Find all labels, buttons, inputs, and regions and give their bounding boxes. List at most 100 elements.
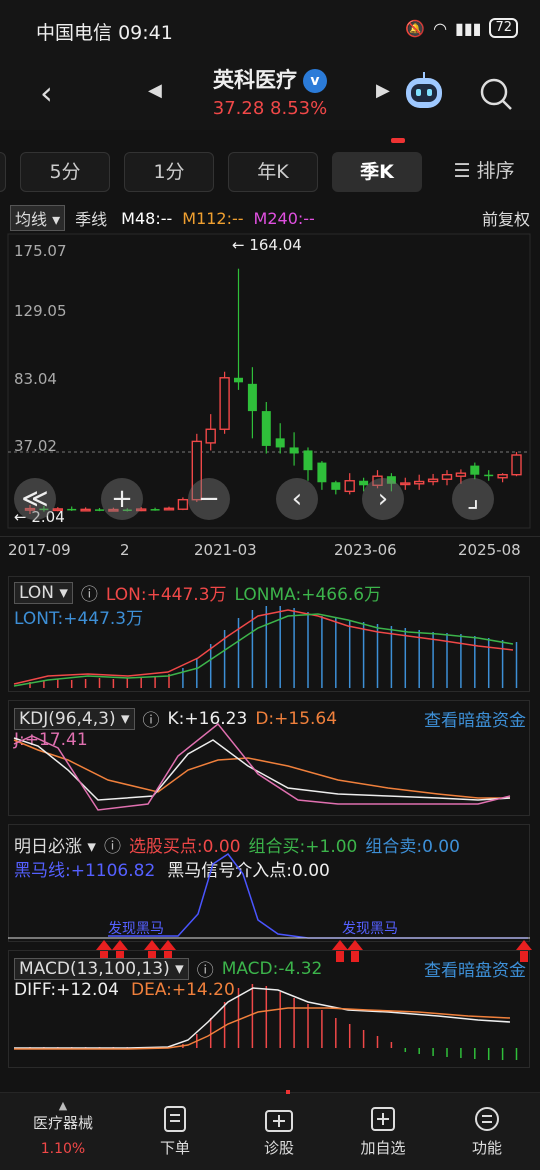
tab-sort[interactable]: ☰ 排序 [436, 152, 532, 192]
date-tick-1: 2017-09 [8, 541, 71, 559]
main-legend: 均线 ▾ 季线 M48:-- M112:-- M240:-- 前复权 [10, 204, 530, 232]
bottom-nav: ▲ 医疗器械 1.10% 下单 诊股 加自选 功能 [0, 1092, 540, 1170]
price-tick-4: 37.02 [14, 437, 57, 455]
mrbz-tag-2: 发现黑马 [342, 921, 398, 937]
stock-title: 英科医疗 v [0, 64, 540, 94]
candle-body [484, 474, 494, 477]
tab-indicator [391, 138, 405, 143]
mute-icon: 🔕 [405, 18, 426, 38]
tab-5min[interactable]: 5分 [20, 152, 110, 192]
adjust-select[interactable]: 前复权 [482, 206, 530, 230]
scroll-left-fast-button[interactable]: ≪ [14, 478, 56, 520]
candle-body [163, 507, 175, 511]
nav-add-watchlist[interactable]: 加自选 [338, 1105, 428, 1158]
tab-year[interactable]: 年K [228, 152, 318, 192]
tab-1min[interactable]: 1分 [124, 152, 214, 192]
diagnose-icon [265, 1110, 293, 1132]
candle-body [289, 447, 299, 454]
stock-change: 8.53% [270, 98, 328, 119]
high-marker: ← 164.04 [232, 236, 302, 254]
period-label: 季线 [75, 210, 108, 229]
candle-body [427, 478, 439, 483]
arrow-left-icon: ← [232, 236, 250, 254]
stock-name: 英科医疗 [213, 68, 297, 92]
add-watchlist-icon [371, 1107, 395, 1131]
scroll-right-button[interactable]: › [362, 478, 404, 520]
candle-body [455, 472, 467, 477]
m48-label: M48:-- [121, 208, 173, 228]
zoom-in-button[interactable]: + [101, 478, 143, 520]
candle-body [303, 450, 313, 471]
battery-icon: 72 [489, 18, 518, 38]
candle-body [344, 480, 355, 493]
price-tick-1: 175.07 [14, 242, 67, 260]
date-axis: 2017-09 2 2021-03 2023-06 2025-08 [0, 536, 540, 566]
price-tick-3: 83.04 [14, 370, 57, 388]
nav-functions[interactable]: 功能 [442, 1105, 532, 1158]
stock-price: 37.28 [212, 98, 265, 119]
zoom-out-button[interactable]: − [188, 478, 230, 520]
date-tick-5: 2025-08 [458, 541, 521, 559]
robot-assistant-icon[interactable] [400, 70, 448, 114]
caret-up-icon: ▲ [58, 1099, 68, 1112]
nav-functions-label: 功能 [471, 1139, 502, 1157]
candle-body [470, 465, 480, 475]
scroll-left-button[interactable]: ‹ [276, 478, 318, 520]
menu-icon: ☰ [453, 160, 477, 182]
candle-body [497, 473, 508, 479]
ma-mode-select[interactable]: 均线 ▾ [10, 205, 66, 231]
candle-body [67, 508, 77, 511]
candle-body [511, 454, 522, 476]
carrier: 中国电信 [36, 22, 113, 44]
order-icon [164, 1106, 186, 1132]
fullscreen-button[interactable]: ⌟ [452, 478, 494, 520]
candle-body [247, 383, 257, 412]
date-tick-4: 2023-06 [334, 541, 397, 559]
macd-chart [14, 984, 518, 1060]
stock-quote: 37.28 8.53% [0, 98, 540, 119]
date-tick-2: 2 [120, 541, 130, 559]
wifi-icon: ◠ [433, 18, 448, 38]
candle-body [441, 473, 453, 480]
tab-quarter[interactable]: 季K [332, 152, 422, 192]
lon-chart [13, 606, 518, 688]
kdj-chart [13, 722, 511, 811]
m240-label: M240:-- [253, 208, 315, 228]
candle-body [80, 508, 91, 512]
functions-icon [475, 1107, 499, 1131]
nav-order[interactable]: 下单 [130, 1105, 220, 1158]
candle-body [177, 498, 189, 510]
candle-body [261, 411, 271, 446]
period-tabs: 5分 1分 年K 季K ☰ 排序 [0, 144, 540, 198]
candle-body [400, 482, 411, 486]
clock: 09:41 [118, 22, 173, 44]
candle-body [414, 480, 425, 485]
signal-icon: ▮▮▮ [455, 18, 482, 38]
tab-partial[interactable] [0, 152, 6, 192]
candle-body [95, 509, 104, 511]
candle-body [317, 462, 327, 483]
ma-mode-label: 均线 [15, 210, 48, 229]
m112-label: M112:-- [182, 208, 244, 228]
search-icon[interactable] [478, 76, 514, 112]
nav-diagnose[interactable]: 诊股 [234, 1105, 324, 1158]
mrbz-chart [8, 852, 530, 939]
candle-body [275, 438, 285, 448]
nav-order-label: 下单 [159, 1139, 190, 1157]
nav-sector-label: 医疗器械 [32, 1114, 93, 1132]
status-right: 🔕 ◠ ▮▮▮ 72 [405, 18, 518, 38]
nav-add-watchlist-label: 加自选 [360, 1139, 406, 1157]
date-tick-3: 2021-03 [194, 541, 257, 559]
high-value: 164.04 [249, 236, 302, 254]
price-tick-2: 129.05 [14, 302, 67, 320]
candle-body [205, 428, 216, 444]
nav-sector[interactable]: ▲ 医疗器械 1.10% [18, 1099, 108, 1157]
nav-diagnose-label: 诊股 [263, 1139, 294, 1157]
candle-body [219, 377, 230, 430]
nav-sector-change: 1.10% [40, 1141, 86, 1157]
nav-dot [286, 1090, 290, 1094]
tab-sort-label: 排序 [476, 160, 515, 182]
candle-body [150, 509, 160, 511]
candle-body [234, 377, 243, 383]
status-left: 中国电信 09:41 [36, 18, 173, 45]
